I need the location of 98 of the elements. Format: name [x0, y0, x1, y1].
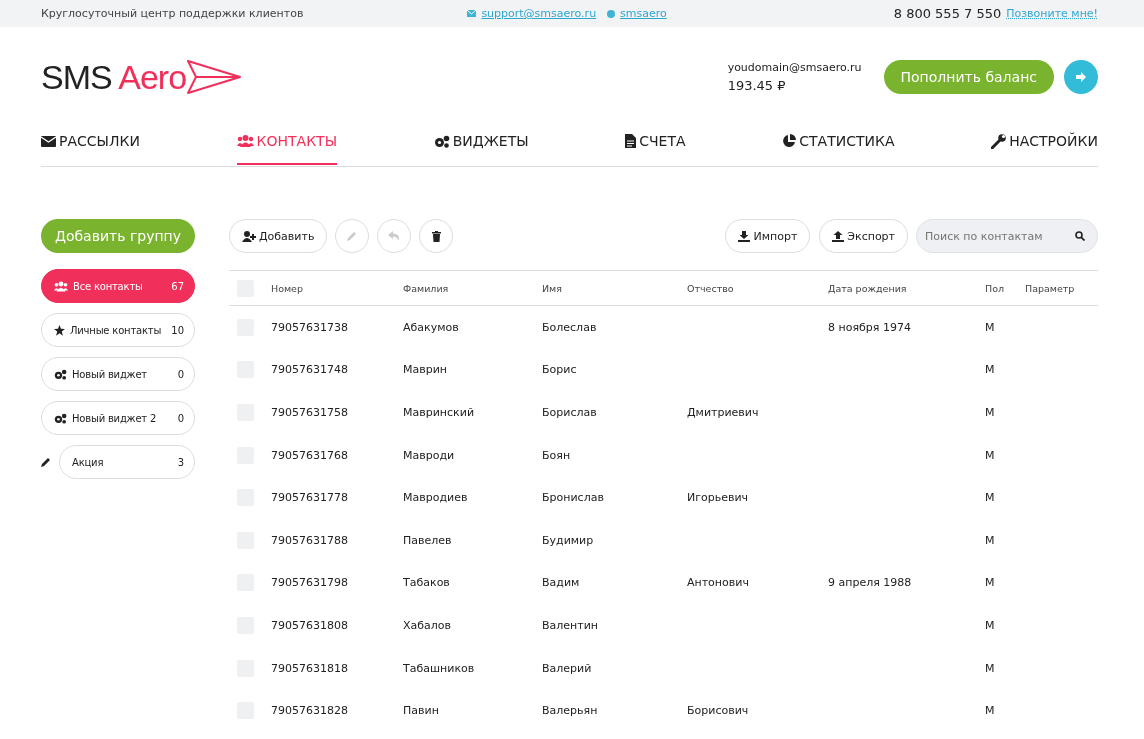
column-header: Фамилия [403, 282, 450, 294]
nav-tab[interactable]: СТАТИСТИКА [782, 127, 895, 165]
search-field[interactable]: Поиск по контактам [916, 219, 1098, 253]
pencil-icon [347, 231, 358, 241]
group-item[interactable]: Все контакты 67 [41, 269, 195, 303]
table-cell: 79057631808 [271, 618, 348, 632]
table-cell: Антонович [687, 576, 749, 590]
table-cell: М [985, 491, 995, 505]
trash-icon [431, 230, 441, 242]
logout-icon [1076, 72, 1086, 82]
table-cell: Мавродиев [403, 491, 468, 505]
table-cell: М [985, 533, 995, 547]
download-icon [738, 230, 751, 242]
group-item[interactable]: Новый виджет 2 0 [41, 401, 195, 435]
table-cell: Маврин [403, 363, 448, 377]
users-icon [54, 280, 68, 292]
table-cell: Игорьевич [687, 491, 749, 505]
undo-icon [388, 231, 401, 241]
gears-icon [54, 368, 67, 380]
account-email: youdomain@smsaero.ru [727, 61, 862, 74]
add-user-icon [242, 230, 256, 242]
table-cell: Борисович [687, 704, 749, 718]
pie-chart-icon [782, 134, 797, 148]
table-cell: М [985, 661, 995, 675]
table-cell: 79057631778 [271, 491, 348, 505]
nav-tab[interactable]: НАСТРОЙКИ [991, 127, 1098, 165]
table-cell: 79057631788 [271, 533, 348, 547]
table-cell: Будимир [542, 533, 594, 547]
column-header: Отчество [687, 282, 735, 294]
edit-button[interactable] [335, 219, 370, 253]
table-cell: Абакумов [403, 320, 459, 334]
table-cell: Вадим [542, 576, 580, 590]
table-cell: 79057631798 [271, 576, 348, 590]
paper-plane-icon [186, 59, 243, 95]
group-item[interactable]: Новый виджет 0 [41, 357, 195, 391]
table-cell: Табашников [403, 661, 475, 675]
table-cell: М [985, 320, 995, 334]
logout-button[interactable] [1064, 60, 1098, 94]
upload-icon [832, 230, 845, 242]
export-button[interactable]: Экспорт [819, 219, 908, 253]
envelope-icon [467, 10, 477, 17]
table-cell: М [985, 704, 995, 718]
table-cell: Мавринский [403, 406, 475, 419]
table-cell: Павелев [403, 533, 452, 547]
support-text: Круглосуточный центр поддержки клиентов [41, 7, 305, 20]
table-cell: М [985, 618, 995, 632]
table-cell: Валерий [542, 661, 592, 675]
search-icon [1075, 231, 1085, 241]
delete-button[interactable] [419, 219, 454, 253]
table-cell: Табаков [403, 576, 450, 590]
table-cell: Борислав [542, 406, 597, 419]
group-item[interactable]: Акция 3 [59, 445, 195, 479]
table-cell: Бронислав [542, 491, 604, 505]
table-cell: Боян [542, 448, 571, 462]
table-cell: Болеслав [542, 320, 597, 334]
table-cell: 8 ноября 1974 [828, 320, 911, 334]
table-cell: М [985, 363, 995, 377]
table-cell: М [985, 406, 995, 419]
table-cell: 79057631748 [271, 363, 348, 377]
column-header: Параметр [1025, 282, 1076, 294]
table-cell: Павин [403, 704, 439, 718]
table-cell: 9 апреля 1988 [828, 576, 912, 590]
column-header: Пол [985, 282, 1006, 294]
table-cell: Валентин [542, 618, 599, 632]
nav-tab[interactable]: РАССЫЛКИ [41, 127, 140, 165]
group-item[interactable]: Личные контакты 10 [41, 313, 195, 347]
pencil-icon[interactable] [41, 457, 51, 467]
table-cell: Хабалов [403, 618, 452, 632]
table-cell: 79057631828 [271, 704, 348, 718]
table-cell: Мавроди [403, 448, 455, 462]
add-contact-button[interactable]: Добавить [229, 219, 328, 253]
wrench-icon [991, 133, 1007, 149]
table-cell: 79057631738 [271, 320, 348, 334]
document-icon [625, 134, 637, 148]
balance-amount: 193.45 ₽ [727, 78, 787, 93]
column-header: Имя [542, 282, 563, 294]
envelope-icon [41, 135, 56, 147]
nav-tab[interactable]: КОНТАКТЫ [236, 127, 337, 165]
undo-button[interactable] [377, 219, 412, 253]
table-cell: Валерьян [542, 704, 598, 718]
table-cell: Борис [542, 363, 577, 377]
gears-icon [54, 412, 67, 424]
import-button[interactable]: Импорт [725, 219, 811, 253]
table-cell: 79057631758 [271, 406, 348, 419]
star-icon [54, 324, 65, 336]
table-cell: 79057631768 [271, 448, 348, 462]
table-cell: М [985, 576, 995, 590]
logo-text: SMS Aero [41, 57, 187, 97]
column-header: Дата рождения [828, 282, 908, 294]
table-cell: 79057631818 [271, 661, 348, 675]
table-cell: М [985, 448, 995, 462]
gears-icon [433, 134, 450, 148]
table-cell: Дмитриевич [687, 406, 759, 419]
nav-tab[interactable]: СЧЕТА [625, 127, 686, 165]
users-icon [236, 135, 254, 147]
nav-tab[interactable]: ВИДЖЕТЫ [433, 127, 529, 165]
column-header: Номер [271, 282, 304, 294]
phone-number: 8 800 555 7 550 [893, 6, 1002, 21]
